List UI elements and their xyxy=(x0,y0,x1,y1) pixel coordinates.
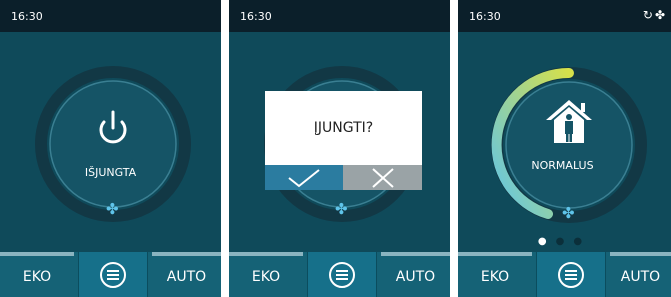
mode-label: NORMALUS xyxy=(531,159,594,172)
menu-button[interactable] xyxy=(536,252,606,297)
page-dot-active[interactable]: ● xyxy=(538,236,556,247)
cancel-button[interactable] xyxy=(343,165,422,190)
confirm-dialog: ĮJUNGTI? xyxy=(265,91,422,190)
auto-button[interactable]: AUTO xyxy=(381,256,450,297)
page-indicator: ●●● xyxy=(458,236,671,247)
confirm-button[interactable] xyxy=(265,165,343,190)
dialog-title: ĮJUNGTI? xyxy=(313,120,374,136)
power-toggle-button xyxy=(49,80,177,208)
mode-label: IŠJUNGTA xyxy=(84,166,137,179)
checkmark-icon xyxy=(288,168,320,187)
fan-icon: ✤ xyxy=(335,200,348,218)
menu-icon xyxy=(558,261,584,288)
eko-button[interactable]: EKO xyxy=(229,256,303,297)
screen-off: 16:30 IŠJUNGTA ✤ EKO AUTO xyxy=(0,0,221,297)
auto-button[interactable]: AUTO xyxy=(152,256,221,297)
eko-button[interactable]: EKO xyxy=(458,256,532,297)
page-dot[interactable]: ● xyxy=(556,236,574,247)
fan-icon: ✤ xyxy=(562,204,575,222)
bottom-bar: EKO AUTO xyxy=(458,252,671,297)
menu-button[interactable] xyxy=(307,252,377,297)
fan-icon: ✤ xyxy=(106,200,119,218)
menu-icon xyxy=(100,261,126,288)
auto-button[interactable]: AUTO xyxy=(610,256,671,297)
screen-normal: 16:30 ↻✤ NORMALUS ✤ ●●● EKO AUTO xyxy=(458,0,671,297)
menu-button[interactable] xyxy=(78,252,148,297)
menu-icon xyxy=(329,261,355,288)
eko-button[interactable]: EKO xyxy=(0,256,74,297)
page-dot[interactable]: ● xyxy=(573,236,591,247)
close-icon xyxy=(371,167,394,188)
bottom-bar: EKO AUTO xyxy=(0,252,221,297)
screen-turn-on-dialog: 16:30 ✤ ĮJUNGTI? EKO AUTO xyxy=(229,0,450,297)
bottom-bar: EKO AUTO xyxy=(229,252,450,297)
